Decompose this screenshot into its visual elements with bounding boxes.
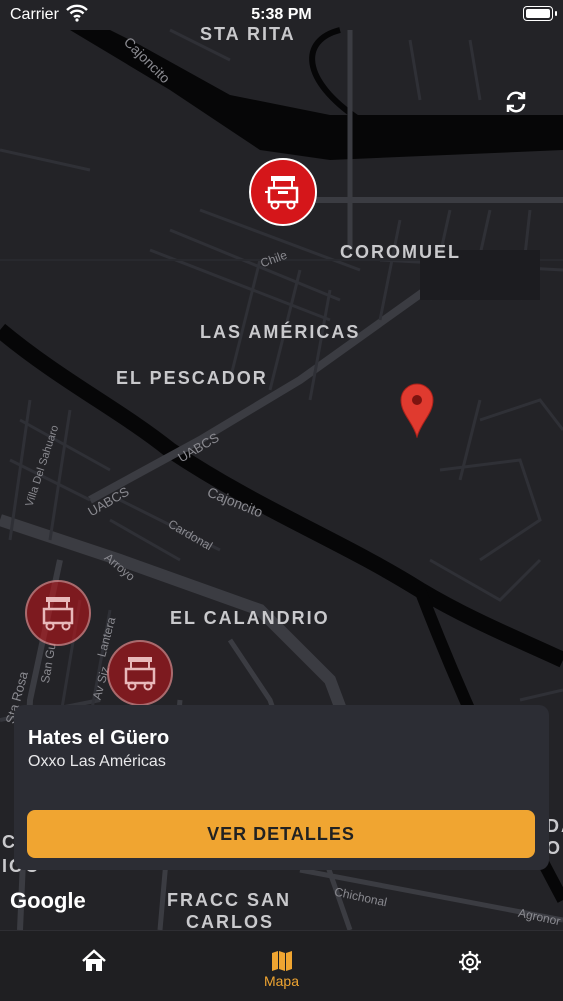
location-pin-icon[interactable] [399,382,435,443]
food-cart-marker[interactable] [25,580,91,646]
place-card[interactable]: Hates el Güero Oxxo Las Américas VER DET… [14,705,549,870]
status-time: 5:38 PM [251,6,312,23]
home-icon [81,949,106,971]
food-cart-icon [265,176,299,210]
tab-label: Mapa [263,973,300,989]
neighborhood-label: FRACC SAN [167,890,291,910]
food-cart-marker[interactable] [107,640,173,706]
map-view[interactable]: STA RITA COROMUEL LAS AMÉRICAS EL PESCAD… [0,0,563,930]
refresh-icon[interactable] [500,86,532,118]
place-title: Hates el Güero [28,727,170,749]
neighborhood-label: EL PESCADOR [116,368,268,388]
tab-bar: Mapa [0,930,563,1001]
food-cart-icon [124,657,156,691]
neighborhood-label: CARLOS [186,912,274,930]
neighborhood-label: COROMUEL [340,242,461,262]
map-icon [271,951,292,971]
details-button[interactable]: VER DETALLES [27,810,535,858]
food-cart-marker-selected[interactable] [249,158,317,226]
status-bar: Carrier 5:38 PM [0,0,563,30]
food-cart-icon [42,597,74,631]
google-logo: Google [10,888,86,913]
neighborhood-label: EL CALANDRIO [170,608,330,628]
gear-icon [458,951,481,973]
neighborhood-label: LAS AMÉRICAS [200,322,361,342]
tab-map[interactable]: Mapa [188,931,375,1001]
tab-settings[interactable] [376,931,563,1001]
tab-home[interactable] [0,931,187,1001]
place-subtitle: Oxxo Las Américas [28,753,166,770]
battery-icon [523,6,557,21]
